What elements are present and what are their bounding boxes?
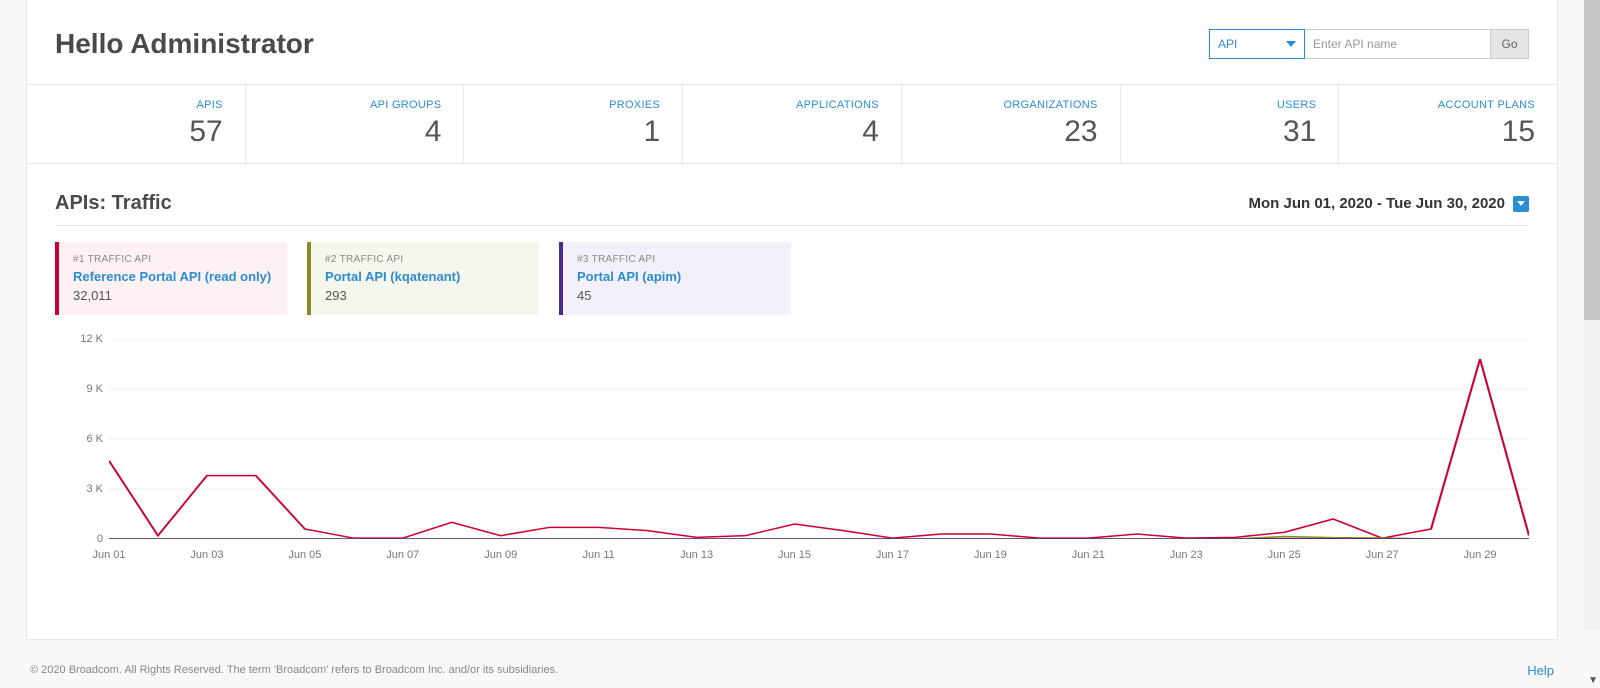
stat-card[interactable]: PROXIES 1	[464, 85, 683, 163]
copyright-text: © 2020 Broadcom. All Rights Reserved. Th…	[30, 664, 558, 676]
stat-value: 4	[256, 115, 442, 149]
x-tick-label: Jun 23	[1170, 549, 1203, 561]
stat-label: USERS	[1131, 99, 1317, 111]
search-group: API Go	[1209, 29, 1529, 59]
stat-value: 57	[37, 115, 223, 149]
traffic-section-title: APIs: Traffic	[55, 192, 172, 215]
y-tick-label: 6 K	[86, 433, 103, 445]
traffic-card[interactable]: #1 TRAFFIC API Reference Portal API (rea…	[55, 242, 287, 315]
x-tick-label: Jun 05	[288, 549, 321, 561]
x-tick-label: Jun 01	[92, 549, 125, 561]
x-tick-label: Jun 15	[778, 549, 811, 561]
x-tick-label: Jun 07	[386, 549, 419, 561]
go-button[interactable]: Go	[1491, 29, 1529, 59]
traffic-cards: #1 TRAFFIC API Reference Portal API (rea…	[27, 226, 1557, 323]
date-range-text: Mon Jun 01, 2020 - Tue Jun 30, 2020	[1249, 195, 1506, 212]
footer: © 2020 Broadcom. All Rights Reserved. Th…	[26, 652, 1558, 688]
stat-label: APPLICATIONS	[693, 99, 879, 111]
stat-card[interactable]: APIS 57	[27, 85, 246, 163]
stat-value: 1	[474, 115, 660, 149]
chart: 0 3 K 6 K 9 K 12 K Jun 01 Jun 03 Jun 05 Jun 07 J…	[27, 323, 1557, 575]
card-value: 293	[325, 288, 525, 303]
y-tick-label: 3 K	[86, 483, 103, 495]
scrollbar-thumb[interactable]	[1584, 0, 1600, 320]
y-tick-label: 12 K	[80, 333, 103, 345]
help-link[interactable]: Help	[1527, 663, 1554, 678]
stat-card[interactable]: APPLICATIONS 4	[683, 85, 902, 163]
page-title: Hello Administrator	[55, 28, 314, 60]
card-name: Reference Portal API (read only)	[73, 269, 273, 284]
card-name: Portal API (apim)	[577, 269, 777, 284]
x-tick-label: Jun 25	[1268, 549, 1301, 561]
date-range-toggle[interactable]	[1513, 196, 1529, 212]
chevron-down-icon	[1286, 41, 1296, 47]
stat-label: PROXIES	[474, 99, 660, 111]
stat-value: 31	[1131, 115, 1317, 149]
stat-card[interactable]: API GROUPS 4	[246, 85, 465, 163]
date-range: Mon Jun 01, 2020 - Tue Jun 30, 2020	[1249, 195, 1530, 212]
scrollbar-track[interactable]	[1584, 0, 1600, 630]
stat-card[interactable]: ACCOUNT PLANS 15	[1339, 85, 1557, 163]
scroll-down-arrow[interactable]: ▼	[1588, 675, 1598, 686]
x-tick-label: Jun 03	[190, 549, 223, 561]
search-type-value: API	[1218, 37, 1237, 51]
stat-label: ORGANIZATIONS	[912, 99, 1098, 111]
card-rank: #2 TRAFFIC API	[325, 254, 525, 265]
x-tick-label: Jun 19	[974, 549, 1007, 561]
search-type-select[interactable]: API	[1209, 29, 1305, 59]
stat-card[interactable]: ORGANIZATIONS 23	[902, 85, 1121, 163]
y-axis-labels: 03 K6 K9 K12 K	[55, 339, 109, 539]
stat-label: ACCOUNT PLANS	[1349, 99, 1535, 111]
x-tick-label: Jun 13	[680, 549, 713, 561]
stat-value: 15	[1349, 115, 1535, 149]
stat-value: 23	[912, 115, 1098, 149]
x-tick-label: Jun 09	[484, 549, 517, 561]
x-tick-label: Jun 29	[1464, 549, 1497, 561]
x-tick-label: Jun 11	[583, 549, 615, 561]
traffic-card[interactable]: #2 TRAFFIC API Portal API (kqatenant) 29…	[307, 242, 539, 315]
stats-row: APIS 57API GROUPS 4PROXIES 1APPLICATIONS…	[27, 84, 1557, 164]
search-input[interactable]	[1305, 29, 1491, 59]
x-tick-label: Jun 17	[876, 549, 909, 561]
y-tick-label: 0	[97, 533, 103, 545]
stat-label: APIS	[37, 99, 223, 111]
card-rank: #1 TRAFFIC API	[73, 254, 273, 265]
y-tick-label: 9 K	[86, 383, 103, 395]
card-name: Portal API (kqatenant)	[325, 269, 525, 284]
card-value: 32,011	[73, 288, 273, 303]
stat-card[interactable]: USERS 31	[1121, 85, 1340, 163]
stat-label: API GROUPS	[256, 99, 442, 111]
card-rank: #3 TRAFFIC API	[577, 254, 777, 265]
plot-area	[109, 339, 1529, 539]
x-axis-labels: Jun 01Jun 03Jun 05Jun 07Jun 09Jun 11Jun …	[109, 543, 1529, 569]
x-tick-label: Jun 27	[1366, 549, 1399, 561]
series-line	[109, 359, 1529, 538]
chevron-down-icon	[1517, 201, 1525, 206]
x-tick-label: Jun 21	[1072, 549, 1105, 561]
card-value: 45	[577, 288, 777, 303]
stat-value: 4	[693, 115, 879, 149]
traffic-card[interactable]: #3 TRAFFIC API Portal API (apim) 45	[559, 242, 791, 315]
